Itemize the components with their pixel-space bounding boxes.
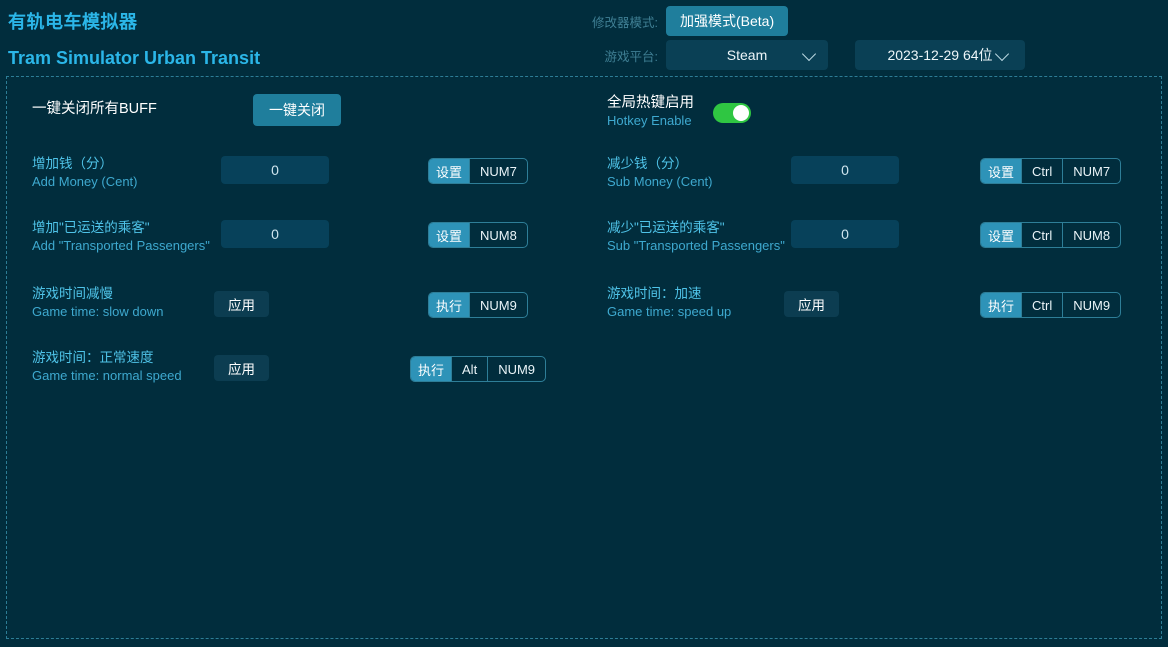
slow-down-label-cn: 游戏时间减慢 (32, 285, 232, 303)
speed-up-label-en: Game time: speed up (607, 303, 807, 320)
sub-passengers-label: 减少"已运送的乘客" Sub "Transported Passengers" (607, 219, 797, 254)
sub-money-label-cn: 减少钱（分） (607, 155, 787, 173)
trainer-mode-button[interactable]: 加强模式(Beta) (666, 6, 788, 36)
normal-speed-hotkey[interactable]: 执行 Alt NUM9 (410, 356, 546, 382)
hotkey-key-2: NUM9 (1062, 293, 1120, 317)
close-all-label-cn: 一键关闭所有BUFF (32, 100, 262, 118)
slow-down-label: 游戏时间减慢 Game time: slow down (32, 285, 232, 320)
hotkey-key-1: Ctrl (1021, 159, 1062, 183)
panel-row-passengers: 增加"已运送的乘客" Add "Transported Passengers" … (7, 217, 1163, 279)
add-passengers-label: 增加"已运送的乘客" Add "Transported Passengers" (32, 219, 222, 254)
hotkey-action-label: 执行 (411, 357, 451, 381)
hotkey-key-1: NUM8 (469, 223, 527, 247)
platform-select[interactable]: Steam (666, 40, 828, 70)
speed-up-cell: 游戏时间：加速 Game time: speed up 应用 执行 Ctrl N… (585, 285, 1163, 331)
chevron-down-icon (802, 47, 816, 61)
add-money-hotkey[interactable]: 设置 NUM7 (428, 158, 528, 184)
hotkey-key-2: NUM7 (1062, 159, 1120, 183)
slow-down-hotkey[interactable]: 执行 NUM9 (428, 292, 528, 318)
panel-row-header: 一键关闭所有BUFF 一键关闭 全局热键启用 Hotkey Enable (7, 91, 1163, 141)
platform-label: 游戏平台: (580, 46, 658, 65)
sub-passengers-cell: 减少"已运送的乘客" Sub "Transported Passengers" … (585, 217, 1163, 279)
version-select[interactable]: 2023-12-29 64位 (855, 40, 1025, 70)
close-all-label: 一键关闭所有BUFF (32, 100, 262, 118)
close-all-buff-button[interactable]: 一键关闭 (253, 94, 341, 126)
add-money-label: 增加钱（分） Add Money (Cent) (32, 155, 212, 190)
mode-row: 修改器模式: 加强模式(Beta) (580, 6, 788, 36)
add-passengers-label-en: Add "Transported Passengers" (32, 237, 222, 254)
slow-down-cell: 游戏时间减慢 Game time: slow down 应用 执行 NUM9 (7, 285, 585, 331)
add-money-label-cn: 增加钱（分） (32, 155, 212, 173)
platform-row: 游戏平台: Steam 2023-12-29 64位 (580, 40, 1025, 70)
sub-money-label-en: Sub Money (Cent) (607, 173, 787, 190)
sub-passengers-label-cn: 减少"已运送的乘客" (607, 219, 797, 237)
speed-up-label: 游戏时间：加速 Game time: speed up (607, 285, 807, 320)
hotkey-action-label: 执行 (981, 293, 1021, 317)
title-block: 有轨电车模拟器 Tram Simulator Urban Transit (8, 10, 260, 70)
hotkey-key-1: Alt (451, 357, 487, 381)
app-title-en: Tram Simulator Urban Transit (8, 46, 260, 70)
empty-cell (585, 349, 1163, 395)
add-passengers-input[interactable] (221, 220, 329, 248)
hotkey-enable-toggle[interactable] (713, 103, 751, 123)
normal-speed-label-cn: 游戏时间：正常速度 (32, 349, 242, 367)
normal-speed-cell: 游戏时间：正常速度 Game time: normal speed 应用 执行 … (7, 349, 585, 395)
panel-row-gametime: 游戏时间减慢 Game time: slow down 应用 执行 NUM9 游… (7, 285, 1163, 331)
speed-up-apply-button[interactable]: 应用 (784, 291, 839, 317)
sub-money-label: 减少钱（分） Sub Money (Cent) (607, 155, 787, 190)
sub-money-input[interactable] (791, 156, 899, 184)
hotkey-key-1: Ctrl (1021, 223, 1062, 247)
hotkey-key-2: NUM8 (1062, 223, 1120, 247)
hotkey-key-2: NUM9 (487, 357, 545, 381)
normal-speed-label: 游戏时间：正常速度 Game time: normal speed (32, 349, 242, 384)
slow-down-apply-button[interactable]: 应用 (214, 291, 269, 317)
sub-passengers-input[interactable] (791, 220, 899, 248)
hotkey-enable-cell: 全局热键启用 Hotkey Enable (585, 91, 1163, 141)
add-passengers-label-cn: 增加"已运送的乘客" (32, 219, 222, 237)
hotkey-action-label: 执行 (429, 293, 469, 317)
add-passengers-cell: 增加"已运送的乘客" Add "Transported Passengers" … (7, 217, 585, 279)
speed-up-hotkey[interactable]: 执行 Ctrl NUM9 (980, 292, 1121, 318)
panel-row-money: 增加钱（分） Add Money (Cent) 设置 NUM7 减少钱（分） S… (7, 153, 1163, 199)
hotkey-key-1: Ctrl (1021, 293, 1062, 317)
platform-select-value: Steam (727, 47, 767, 63)
hotkey-action-label: 设置 (429, 223, 469, 247)
app-title-cn: 有轨电车模拟器 (8, 10, 260, 34)
app-header: 有轨电车模拟器 Tram Simulator Urban Transit 修改器… (0, 0, 1168, 76)
slow-down-label-en: Game time: slow down (32, 303, 232, 320)
sub-passengers-label-en: Sub "Transported Passengers" (607, 237, 797, 254)
hotkey-action-label: 设置 (981, 223, 1021, 247)
sub-passengers-hotkey[interactable]: 设置 Ctrl NUM8 (980, 222, 1121, 248)
toggle-knob (733, 105, 749, 121)
add-money-label-en: Add Money (Cent) (32, 173, 212, 190)
version-select-value: 2023-12-29 64位 (887, 45, 992, 65)
hotkey-key-1: NUM7 (469, 159, 527, 183)
panel-row-normalspeed: 游戏时间：正常速度 Game time: normal speed 应用 执行 … (7, 349, 1163, 395)
add-money-input[interactable] (221, 156, 329, 184)
speed-up-label-cn: 游戏时间：加速 (607, 285, 807, 303)
header-controls: 修改器模式: 加强模式(Beta) 游戏平台: Steam 2023-12-29… (580, 0, 1168, 76)
chevron-down-icon (995, 47, 1009, 61)
add-money-cell: 增加钱（分） Add Money (Cent) 设置 NUM7 (7, 153, 585, 199)
close-all-cell: 一键关闭所有BUFF 一键关闭 (7, 91, 585, 141)
sub-money-cell: 减少钱（分） Sub Money (Cent) 设置 Ctrl NUM7 (585, 153, 1163, 199)
normal-speed-label-en: Game time: normal speed (32, 367, 242, 384)
mode-label: 修改器模式: (580, 12, 658, 31)
sub-money-hotkey[interactable]: 设置 Ctrl NUM7 (980, 158, 1121, 184)
normal-speed-apply-button[interactable]: 应用 (214, 355, 269, 381)
hotkey-key-1: NUM9 (469, 293, 527, 317)
add-passengers-hotkey[interactable]: 设置 NUM8 (428, 222, 528, 248)
hotkey-action-label: 设置 (981, 159, 1021, 183)
cheat-panel: 一键关闭所有BUFF 一键关闭 全局热键启用 Hotkey Enable 增加钱… (6, 76, 1162, 639)
hotkey-action-label: 设置 (429, 159, 469, 183)
